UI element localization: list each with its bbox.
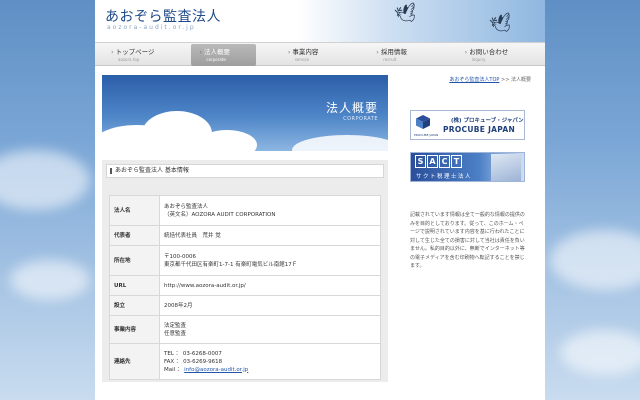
nav-item-sublabel: corporate	[206, 57, 226, 62]
nav-item-sublabel: aozora top	[118, 57, 140, 62]
nav-item-recruit[interactable]: 採用情報 recruit	[368, 44, 432, 66]
table-row: 連絡先 TEL ： 03-6268-0007 FAX ： 03-6269-961…	[109, 343, 381, 380]
contact-mail: Mail ： info@aozora-audit.or.jp	[164, 366, 376, 374]
row-value: 2008年2月	[159, 295, 381, 316]
nav-item-label: トップページ	[111, 47, 167, 57]
sact-letter: T	[451, 155, 462, 168]
background-cloud	[0, 150, 90, 210]
table-row: 代表者 統括代表社員 荒井 覚	[109, 225, 381, 246]
row-label: 事業内容	[109, 315, 160, 344]
contact-fax: FAX ： 03-6269-9618	[164, 358, 223, 365]
row-label: URL	[109, 275, 160, 296]
cube-logo-icon	[416, 115, 430, 129]
row-value: 法定監査 任意監査	[159, 315, 381, 344]
background-cloud	[550, 230, 640, 290]
mail-prefix: Mail ：	[164, 366, 183, 373]
value-line: あおぞら監査法人	[164, 203, 209, 210]
nav-item-service[interactable]: 事業内容 service	[280, 44, 344, 66]
table-row: 事業内容 法定監査 任意監査	[109, 315, 381, 344]
row-value: http://www.aozora-audit.or.jp/	[159, 275, 381, 296]
row-label: 連絡先	[109, 343, 160, 380]
breadcrumb: あおぞら監査法人TOP >> 法人概要	[449, 76, 531, 83]
value-line: 任意監査	[164, 330, 187, 337]
disclaimer-text: 記載されています情報は全て一般的な情報の提供のみを目的としております。従って、こ…	[410, 212, 525, 269]
nav-item-sublabel: service	[294, 57, 310, 62]
breadcrumb-home-link[interactable]: あおぞら監査法人TOP	[449, 77, 499, 83]
breadcrumb-current: 法人概要	[510, 77, 531, 83]
contact-tel: TEL ： 03-6268-0007	[164, 350, 222, 357]
nav-item-label: 法人概要	[199, 47, 255, 57]
nav-item-label: 事業内容	[288, 47, 344, 57]
value-line: 法定監査	[164, 322, 187, 329]
procube-japan-banner[interactable]: PROCUBE JAPAN (株) プロキューブ・ジャパン PROCUBE JA…	[410, 110, 525, 140]
nav-item-label: お問い合わせ	[465, 47, 521, 57]
background-cloud	[10, 260, 90, 300]
row-value: 〒100-0006 東京都千代田区有楽町1-7-1 有楽町電気ビル南館17Ｆ	[159, 245, 381, 276]
sact-tax-banner[interactable]: S A C T サクト税理士法人	[410, 152, 525, 182]
mail-link[interactable]: info@aozora-audit.or.jp	[184, 367, 248, 373]
main-navigation: トップページ aozora top 法人概要 corporate 事業内容 se…	[95, 42, 545, 66]
value-line: 〒100-0006	[164, 253, 196, 260]
business-people-image	[491, 154, 521, 181]
page-container: あおぞら監査法人 aozora-audit.or.jp 🕊 🕊 トップページ a…	[95, 0, 545, 400]
hero-banner: 法人概要 CORPORATE	[102, 75, 388, 151]
nav-item-inquiry[interactable]: お問い合わせ inquiry	[457, 44, 521, 66]
procube-brand-name: PROCUBE JAPAN	[443, 125, 516, 134]
site-logo-subtitle: aozora-audit.or.jp	[107, 24, 196, 31]
table-row: 所在地 〒100-0006 東京都千代田区有楽町1-7-1 有楽町電気ビル南館1…	[109, 245, 381, 276]
background-cloud	[560, 330, 640, 375]
sact-letter: C	[439, 155, 450, 168]
bird-icon: 🕊	[487, 11, 516, 38]
page-subtitle: CORPORATE	[343, 116, 378, 122]
site-logo[interactable]: あおぞら監査法人	[105, 6, 221, 26]
value-line: 東京都千代田区有楽町1-7-1 有楽町電気ビル南館17Ｆ	[164, 261, 298, 268]
nav-item-label: 採用情報	[376, 47, 432, 57]
row-label: 所在地	[109, 245, 160, 276]
info-table: 法人名 あおぞら監査法人 （英文名）AOZORA AUDIT CORPORATI…	[109, 195, 381, 380]
nav-item-top[interactable]: トップページ aozora top	[103, 44, 167, 66]
breadcrumb-separator: >>	[501, 77, 510, 83]
sact-subtitle: サクト税理士法人	[416, 174, 473, 180]
nav-item-corporate[interactable]: 法人概要 corporate	[191, 44, 256, 66]
section-heading: あおぞら監査法人 基本情報	[106, 164, 384, 178]
row-value: TEL ： 03-6268-0007 FAX ： 03-6269-9618 Ma…	[159, 343, 381, 380]
hero-cloud	[197, 130, 257, 151]
procube-small-label: PROCUBE JAPAN	[414, 133, 439, 137]
page-title: 法人概要	[325, 101, 378, 115]
hero-cloud	[292, 135, 388, 151]
nav-item-sublabel: recruit	[383, 57, 397, 62]
row-label: 設立	[109, 295, 160, 316]
nav-item-sublabel: inquiry	[471, 57, 486, 62]
value-line: （英文名）AOZORA AUDIT CORPORATION	[164, 211, 276, 218]
procube-company-name: (株) プロキューブ・ジャパン	[451, 118, 524, 124]
row-value: あおぞら監査法人 （英文名）AOZORA AUDIT CORPORATION	[159, 195, 381, 226]
site-header: あおぞら監査法人 aozora-audit.or.jp 🕊 🕊	[95, 0, 545, 42]
basic-info-section: あおぞら監査法人 基本情報 法人名 あおぞら監査法人 （英文名）AOZORA A…	[102, 160, 388, 382]
bird-icon: 🕊	[392, 1, 421, 28]
table-row: 設立 2008年2月	[109, 295, 381, 316]
sact-letter: S	[415, 155, 426, 168]
sact-letter: A	[427, 155, 438, 168]
table-row: URL http://www.aozora-audit.or.jp/	[109, 275, 381, 296]
table-row: 法人名 あおぞら監査法人 （英文名）AOZORA AUDIT CORPORATI…	[109, 195, 381, 226]
row-value: 統括代表社員 荒井 覚	[159, 225, 381, 246]
row-label: 代表者	[109, 225, 160, 246]
row-label: 法人名	[109, 195, 160, 226]
sact-logo: S A C T	[415, 155, 462, 168]
